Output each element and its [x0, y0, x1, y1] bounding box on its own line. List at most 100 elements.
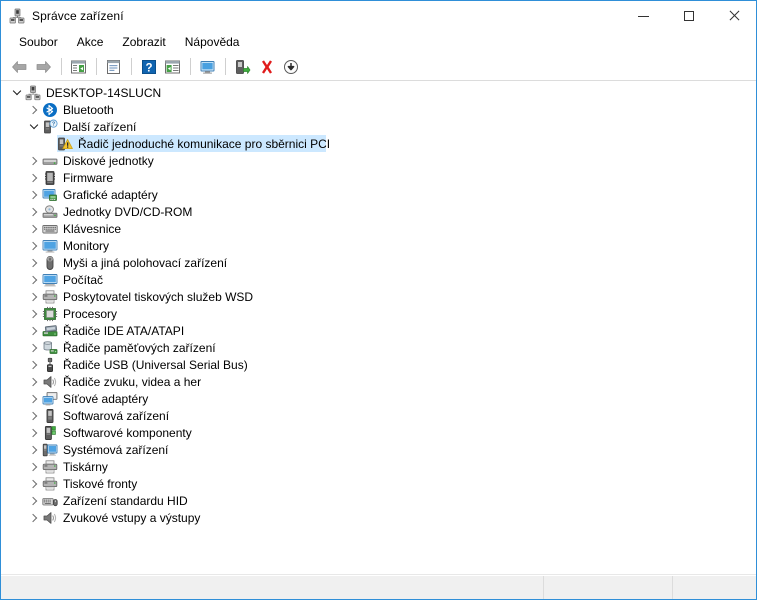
uninstall-device-icon	[259, 59, 275, 75]
enable-device-icon	[234, 59, 251, 75]
display-adapter-icon	[42, 187, 58, 203]
expander-toggle[interactable]	[26, 186, 42, 203]
scan-hardware-changes-button[interactable]	[161, 56, 184, 78]
dvd-drive-icon	[42, 204, 58, 220]
menu-zobrazit[interactable]: Zobrazit	[114, 32, 174, 52]
sound-controller-icon	[42, 374, 58, 390]
device-manager-window: Správce zařízení Soubor Akce Zobrazit Ná…	[0, 0, 757, 600]
expander-toggle[interactable]	[26, 492, 42, 509]
show-hide-console-tree-icon	[70, 59, 87, 75]
menu-napoveda[interactable]: Nápověda	[177, 32, 249, 52]
show-hide-console-tree-button[interactable]	[67, 56, 90, 78]
expander-toggle[interactable]	[26, 475, 42, 492]
tree-row-audio-inputs-outputs[interactable]: Zvukové vstupy a výstupy	[1, 509, 756, 526]
expander-toggle[interactable]	[26, 424, 42, 441]
tree-row-other-devices[interactable]: ? Další zařízení	[1, 118, 756, 135]
tree-row-pci-simple-communications-controller[interactable]: Řadič jednoduché komunikace pro sběrnici…	[1, 135, 756, 152]
tree-row-mice[interactable]: Myši a jiná polohovací zařízení	[1, 254, 756, 271]
tree-row-keyboards[interactable]: Klávesnice	[1, 220, 756, 237]
expander-toggle[interactable]	[26, 441, 42, 458]
expander-toggle[interactable]	[26, 288, 42, 305]
tree-row-desktop[interactable]: DESKTOP-14SLUCN	[1, 84, 756, 101]
tree-row-network-adapters[interactable]: Síťové adaptéry	[1, 390, 756, 407]
expander-toggle[interactable]	[26, 152, 42, 169]
print-provider-icon	[42, 289, 58, 305]
tree-label: Tiskárny	[63, 459, 108, 474]
disk-drive-icon	[42, 153, 58, 169]
expander-toggle[interactable]	[26, 305, 42, 322]
tree-label: Bluetooth	[63, 102, 114, 117]
tree-row-storage-controllers[interactable]: Řadiče paměťových zařízení	[1, 339, 756, 356]
expander-toggle[interactable]	[26, 339, 42, 356]
tree-row-software-devices[interactable]: Softwarová zařízení	[1, 407, 756, 424]
status-bar	[1, 575, 756, 599]
expander-toggle[interactable]	[26, 271, 42, 288]
tree-row-sound-video-game-controllers[interactable]: Řadiče zvuku, videa a her	[1, 373, 756, 390]
tree-row-printers[interactable]: Tiskárny	[1, 458, 756, 475]
menu-akce[interactable]: Akce	[69, 32, 113, 52]
expander-toggle[interactable]	[26, 220, 42, 237]
expander-toggle[interactable]	[26, 356, 42, 373]
update-driver-button[interactable]	[196, 56, 219, 78]
tree-row-wsd-print-provider[interactable]: Poskytovatel tiskových služeb WSD	[1, 288, 756, 305]
tree-row-display-adapters[interactable]: Grafické adaptéry	[1, 186, 756, 203]
tree-label: Jednotky DVD/CD-ROM	[63, 204, 193, 219]
help-button[interactable]: ?	[137, 56, 160, 78]
tree-label: Tiskové fronty	[63, 476, 138, 491]
help-icon: ?	[141, 59, 157, 75]
tree-row-firmware[interactable]: Firmware	[1, 169, 756, 186]
tree-row-bluetooth[interactable]: Bluetooth	[1, 101, 756, 118]
minimize-button[interactable]	[621, 1, 666, 31]
tree-label: Řadiče paměťových zařízení	[63, 340, 216, 355]
tree-label: Řadič jednoduché komunikace pro sběrnici…	[78, 136, 331, 151]
hid-device-icon	[42, 493, 58, 509]
forward-button[interactable]	[32, 56, 55, 78]
expander-toggle[interactable]	[26, 322, 42, 339]
tree-row-usb-controllers[interactable]: Řadiče USB (Universal Serial Bus)	[1, 356, 756, 373]
svg-text:?: ?	[145, 62, 152, 74]
expander-toggle[interactable]	[26, 237, 42, 254]
menu-bar: Soubor Akce Zobrazit Nápověda	[1, 31, 756, 53]
properties-button[interactable]	[102, 56, 125, 78]
bluetooth-icon	[42, 102, 58, 118]
expander-toggle[interactable]	[26, 254, 42, 271]
device-tree[interactable]: DESKTOP-14SLUCN Bluetooth ? Další zaříze…	[1, 81, 756, 575]
tree-row-dvd-cd-rom-drives[interactable]: Jednotky DVD/CD-ROM	[1, 203, 756, 220]
expander-toggle[interactable]	[26, 509, 42, 526]
system-device-icon	[42, 442, 58, 458]
tree-row-system-devices[interactable]: Systémová zařízení	[1, 441, 756, 458]
close-button[interactable]	[711, 1, 756, 31]
properties-icon	[105, 59, 122, 75]
tree-row-print-queues[interactable]: Tiskové fronty	[1, 475, 756, 492]
expander-toggle[interactable]	[26, 373, 42, 390]
expander-toggle[interactable]	[26, 118, 42, 135]
expander-toggle[interactable]	[9, 84, 25, 101]
tree-row-disk-drives[interactable]: Diskové jednotky	[1, 152, 756, 169]
window-controls	[621, 1, 756, 31]
expander-toggle[interactable]	[26, 169, 42, 186]
tree-label: Myši a jiná polohovací zařízení	[63, 255, 228, 270]
forward-arrow-icon	[35, 60, 52, 74]
expander-toggle[interactable]	[26, 407, 42, 424]
uninstall-device-button[interactable]	[255, 56, 278, 78]
scan-hardware-changes-icon	[164, 59, 181, 75]
maximize-button[interactable]	[666, 1, 711, 31]
back-button[interactable]	[8, 56, 31, 78]
disable-device-icon	[283, 59, 299, 75]
expander-toggle[interactable]	[26, 203, 42, 220]
tree-row-monitors[interactable]: Monitory	[1, 237, 756, 254]
enable-device-button[interactable]	[231, 56, 254, 78]
menu-soubor[interactable]: Soubor	[11, 32, 67, 52]
disable-device-button[interactable]	[279, 56, 302, 78]
tree-row-software-components[interactable]: Softwarové komponenty	[1, 424, 756, 441]
expander-toggle[interactable]	[26, 101, 42, 118]
svg-text:?: ?	[52, 121, 55, 127]
expander-toggle[interactable]	[26, 390, 42, 407]
network-adapter-icon	[42, 391, 58, 407]
tree-row-computer[interactable]: Počítač	[1, 271, 756, 288]
expander-toggle[interactable]	[26, 458, 42, 475]
tree-row-ide-controllers[interactable]: Řadiče IDE ATA/ATAPI	[1, 322, 756, 339]
tree-row-hid-devices[interactable]: Zařízení standardu HID	[1, 492, 756, 509]
software-device-icon	[42, 408, 58, 424]
tree-row-processors[interactable]: Procesory	[1, 305, 756, 322]
